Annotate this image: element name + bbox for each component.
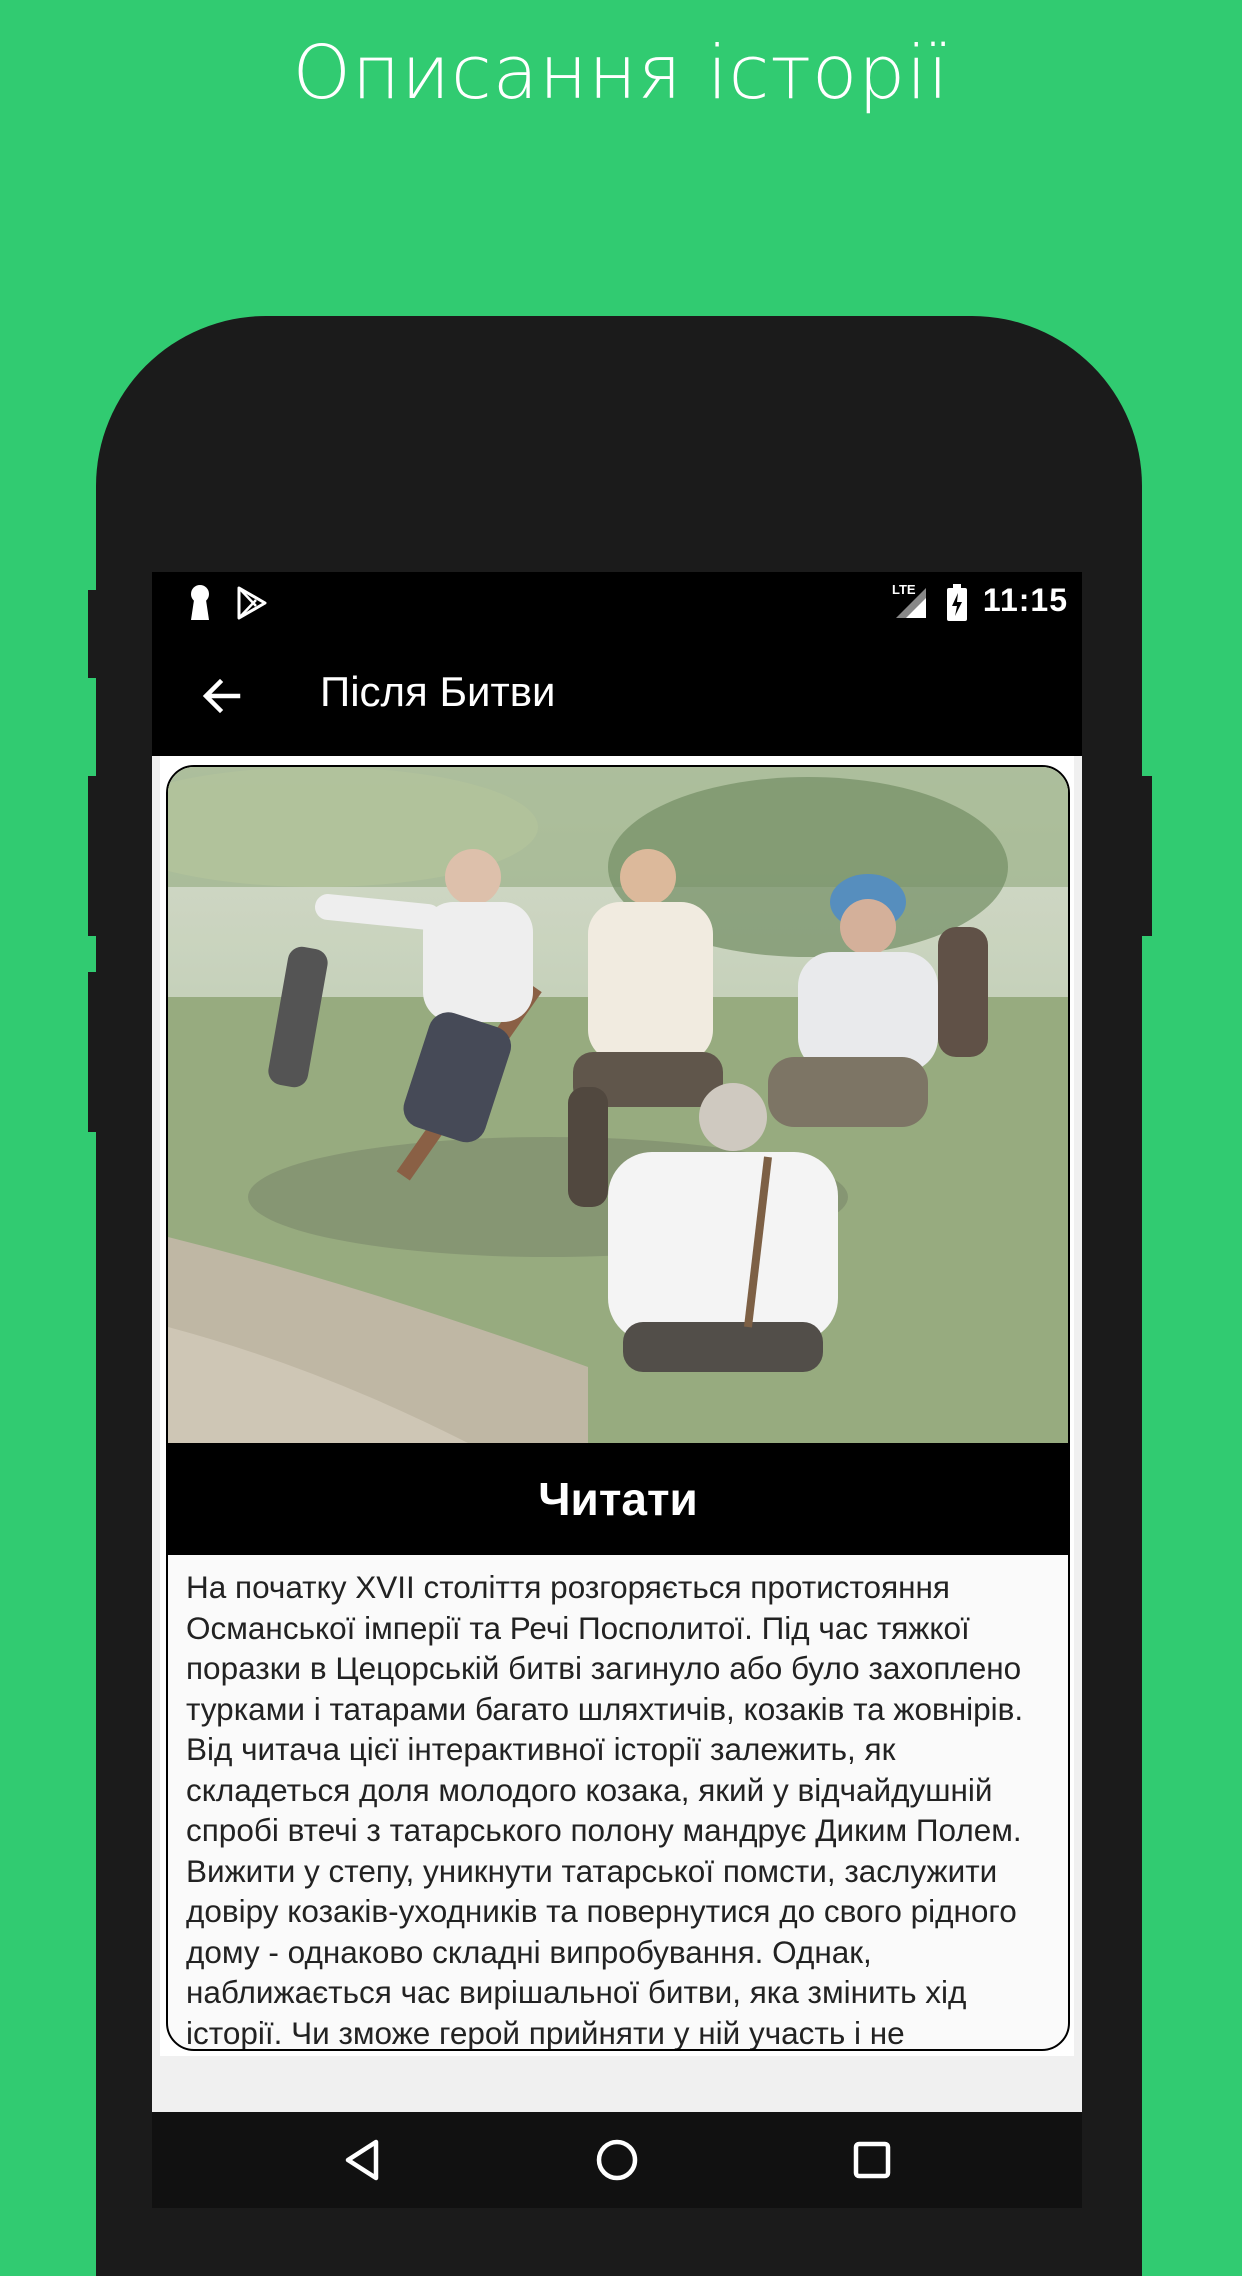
app-toolbar: Після Битви bbox=[152, 636, 1082, 756]
circle-home-icon bbox=[596, 2139, 638, 2181]
signal-icon bbox=[894, 586, 928, 624]
story-description: На початку XVII століття розгоряється пр… bbox=[186, 1569, 1024, 2051]
phone-power-button bbox=[1140, 776, 1152, 936]
story-card: Читати На початку XVII століття розгоряє… bbox=[166, 765, 1070, 2051]
square-recents-icon bbox=[853, 2141, 891, 2179]
status-bar: LTE 11:15 bbox=[152, 572, 1082, 636]
toolbar-title: Після Битви bbox=[320, 668, 556, 715]
nav-recents-button[interactable] bbox=[842, 2130, 902, 2190]
phone-side-button bbox=[88, 590, 98, 678]
battery-charging-icon bbox=[946, 584, 968, 626]
story-cover-photo bbox=[168, 767, 1068, 1443]
navigation-bar bbox=[152, 2112, 1082, 2208]
triangle-back-icon bbox=[345, 2139, 379, 2181]
status-time: 11:15 bbox=[982, 582, 1068, 618]
read-button[interactable]: Читати bbox=[168, 1443, 1068, 1555]
phone-screen: LTE 11:15 Після Битви Читати На початку … bbox=[152, 572, 1082, 2208]
play-store-icon bbox=[236, 586, 268, 624]
nav-home-button[interactable] bbox=[587, 2130, 647, 2190]
keyhole-icon bbox=[188, 584, 212, 626]
phone-side-button bbox=[88, 776, 98, 936]
back-button[interactable] bbox=[192, 666, 252, 726]
arrow-left-icon bbox=[202, 678, 241, 714]
phone-side-button bbox=[88, 972, 98, 1132]
nav-back-button[interactable] bbox=[332, 2130, 392, 2190]
promo-title: Описання історії bbox=[292, 30, 950, 116]
